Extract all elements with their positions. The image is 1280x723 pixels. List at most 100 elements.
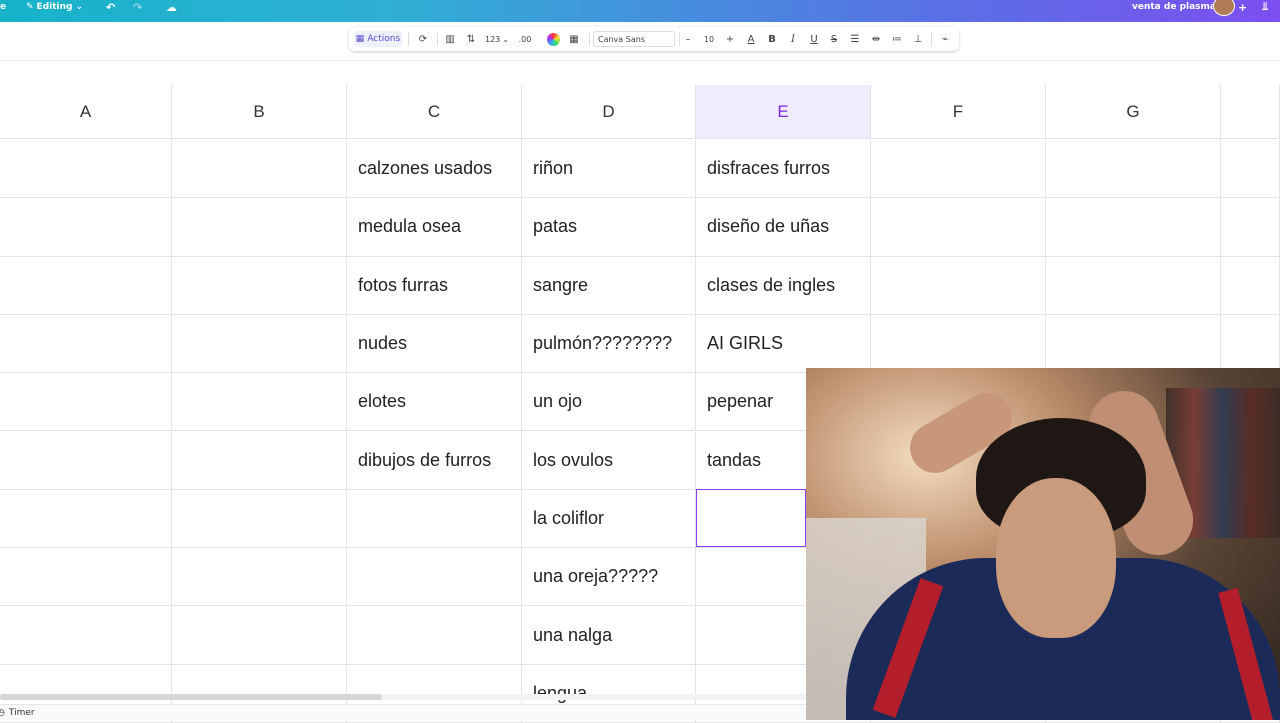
cell-g3[interactable] (1046, 256, 1221, 315)
chevron-down-icon: ⌄ (75, 2, 84, 12)
column-header-a[interactable]: A (0, 85, 172, 139)
cell-a1[interactable] (0, 140, 172, 199)
timer-label[interactable]: Timer (9, 708, 35, 718)
cell-c3[interactable]: fotos furras (347, 256, 522, 315)
document-title[interactable]: venta de plasma (1132, 0, 1216, 14)
cell-d6[interactable]: los ovulos (522, 431, 696, 490)
column-header-g[interactable]: G (1046, 85, 1221, 139)
cell-a7[interactable] (0, 489, 172, 549)
align-left-icon[interactable]: ☰ (847, 31, 863, 47)
cell-e1[interactable]: disfraces furros (696, 140, 871, 199)
cell-d2[interactable]: patas (522, 198, 696, 257)
cell-a8[interactable] (0, 548, 172, 607)
cell-h3[interactable] (1221, 256, 1280, 315)
cell-b6[interactable] (172, 431, 347, 490)
cell-e4[interactable]: AI GIRLS (696, 314, 871, 374)
timer-icon[interactable]: ◷ (0, 708, 5, 718)
cell-c7[interactable] (347, 489, 522, 549)
cell-f1[interactable] (871, 140, 1046, 199)
cell-a3[interactable] (0, 256, 172, 315)
actions-button[interactable]: ▦ Actions (354, 31, 402, 47)
copy-style-icon[interactable]: ⌁ (937, 31, 953, 47)
column-header-e[interactable]: E (696, 85, 871, 139)
font-size-input[interactable]: 10 (698, 31, 720, 47)
cell-c1[interactable]: calzones usados (347, 140, 522, 199)
column-width-icon[interactable]: ⇹ (868, 31, 884, 47)
cell-c2[interactable]: medula osea (347, 198, 522, 257)
italic-button[interactable]: I (786, 31, 800, 47)
cell-b2[interactable] (172, 198, 347, 257)
cell-h1[interactable] (1221, 140, 1280, 199)
cell-b8[interactable] (172, 548, 347, 607)
cell-a4[interactable] (0, 314, 172, 374)
separator (931, 32, 932, 46)
column-header-next[interactable] (1221, 85, 1280, 139)
chevron-down-icon: ⌄ (502, 34, 509, 44)
cell-d7[interactable]: la coliflor (522, 489, 696, 549)
cell-b4[interactable] (172, 314, 347, 374)
cell-f3[interactable] (871, 256, 1046, 315)
cell-g4[interactable] (1046, 314, 1221, 374)
avatar[interactable] (1213, 0, 1235, 16)
strikethrough-button[interactable]: S (827, 31, 841, 47)
cell-f2[interactable] (871, 198, 1046, 257)
number-format-dropdown[interactable]: 123 ⌄ (482, 31, 512, 47)
text-color-icon[interactable]: A (744, 31, 758, 47)
editing-menu[interactable]: ✎ Editing ⌄ (26, 0, 83, 14)
list-icon[interactable]: ≔ (889, 31, 905, 47)
column-header-f[interactable]: F (871, 85, 1046, 139)
cell-b3[interactable] (172, 256, 347, 315)
refresh-icon[interactable]: ⟳ (413, 31, 433, 47)
font-size-decrease-button[interactable]: – (682, 31, 694, 47)
cell-b7[interactable] (172, 489, 347, 549)
cell-c9[interactable] (347, 606, 522, 665)
cell-g2[interactable] (1046, 198, 1221, 257)
separator (408, 32, 409, 46)
column-header-c[interactable]: C (347, 85, 522, 139)
cell-d3[interactable]: sangre (522, 256, 696, 315)
insights-icon[interactable]: ⫫ (1262, 0, 1268, 14)
cell-b1[interactable] (172, 140, 347, 199)
horizontal-scrollbar[interactable] (0, 694, 382, 700)
vertical-align-icon[interactable]: ⊥ (910, 31, 926, 47)
redo-icon[interactable]: ↷ (133, 0, 142, 14)
cell-h2[interactable] (1221, 198, 1280, 257)
webcam-overlay (806, 368, 1280, 720)
column-header-b[interactable]: B (172, 85, 347, 139)
cell-f4[interactable] (871, 314, 1046, 374)
color-picker-icon[interactable] (545, 31, 561, 47)
edge-letter: e (0, 2, 7, 12)
cell-c8[interactable] (347, 548, 522, 607)
cell-d8[interactable]: una oreja????? (522, 548, 696, 607)
cell-a2[interactable] (0, 198, 172, 257)
cell-b5[interactable] (172, 373, 347, 432)
cell-a5[interactable] (0, 373, 172, 432)
cell-a6[interactable] (0, 431, 172, 490)
cell-c5[interactable]: elotes (347, 373, 522, 432)
cell-b9[interactable] (172, 606, 347, 665)
cell-a9[interactable] (0, 606, 172, 665)
cell-g1[interactable] (1046, 140, 1221, 199)
cell-c6[interactable]: dibujos de furros (347, 431, 522, 490)
chart-icon[interactable]: ▥ (441, 31, 459, 47)
cell-d1[interactable]: riñon (522, 140, 696, 199)
font-family-select[interactable]: Canva Sans (593, 31, 675, 47)
sort-icon[interactable]: ⇅ (462, 31, 480, 47)
cell-d9[interactable]: una nalga (522, 606, 696, 665)
cell-d4[interactable]: pulmón???????? (522, 314, 696, 374)
underline-button[interactable]: U (807, 31, 821, 47)
cell-e3[interactable]: clases de ingles (696, 256, 871, 315)
table-borders-icon[interactable]: ▦ (565, 31, 583, 47)
cell-c4[interactable]: nudes (347, 314, 522, 374)
cell-d5[interactable]: un ojo (522, 373, 696, 432)
add-collaborator-icon[interactable]: + (1238, 0, 1247, 14)
column-header-d[interactable]: D (522, 85, 696, 139)
active-cell-cursor[interactable] (696, 489, 806, 547)
cloud-saved-icon[interactable]: ☁ (166, 0, 177, 14)
undo-icon[interactable]: ↶ (106, 0, 115, 14)
bold-button[interactable]: B (765, 31, 779, 47)
cell-h4[interactable] (1221, 314, 1280, 374)
decimals-button[interactable]: .00 (514, 31, 536, 47)
font-size-increase-button[interactable]: + (724, 31, 736, 47)
cell-e2[interactable]: diseño de uñas (696, 198, 871, 257)
